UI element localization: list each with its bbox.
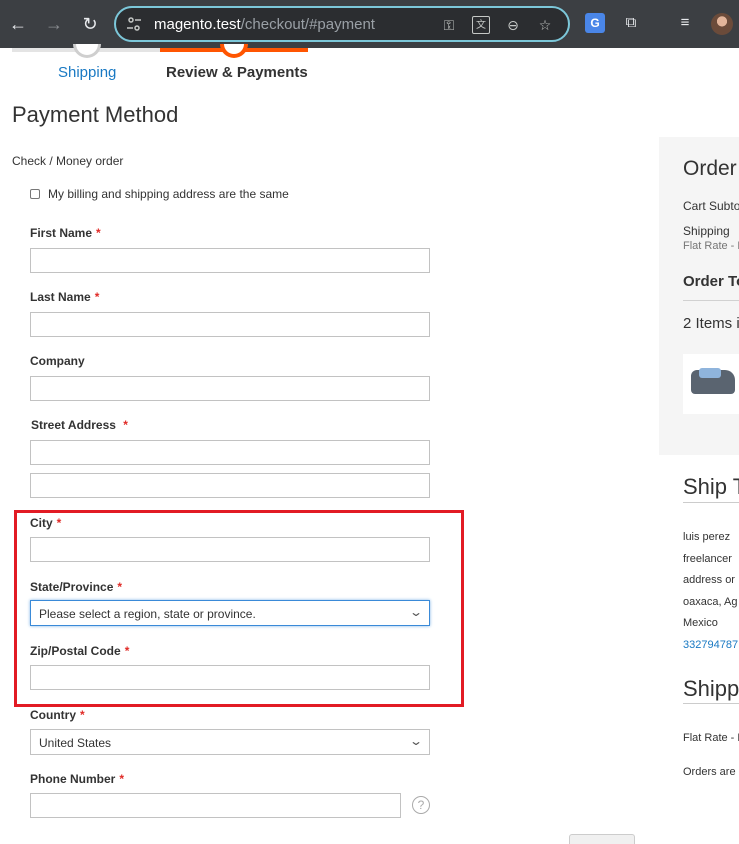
key-icon[interactable]: ⚿: [440, 16, 458, 34]
cart-subtotal-label: Cart Subto: [683, 199, 739, 213]
help-icon[interactable]: ?: [412, 796, 430, 814]
ship-to-line: freelancer: [683, 553, 732, 565]
first-name-field[interactable]: [30, 248, 430, 273]
phone-label: Phone Number *: [30, 772, 125, 786]
address-bar[interactable]: magento.test/checkout/#payment ⚿ 文 ⊖ ☆: [114, 6, 570, 42]
country-value: United States: [39, 736, 112, 750]
same-address-label: My billing and shipping address are the …: [48, 187, 289, 201]
country-select[interactable]: United States ⌄: [30, 729, 430, 755]
last-name-label: Last Name *: [30, 290, 100, 304]
checkbox-box[interactable]: [30, 189, 40, 199]
ship-to-line: Mexico: [683, 617, 718, 629]
reload-icon[interactable]: ↻: [78, 12, 102, 36]
google-translate-icon[interactable]: G: [585, 13, 605, 33]
order-total-label: Order To: [683, 273, 739, 290]
back-arrow-icon[interactable]: ←: [6, 12, 30, 36]
company-field[interactable]: [30, 376, 430, 401]
shipping-note: Orders are: [683, 766, 736, 778]
summary-title: Order: [683, 157, 737, 180]
shipping-label: Shipping: [683, 224, 730, 238]
step-shipping-link[interactable]: Shipping: [58, 64, 116, 81]
translate-icon[interactable]: 文: [472, 16, 490, 34]
same-address-checkbox[interactable]: My billing and shipping address are the …: [30, 187, 289, 201]
company-label: Company: [30, 354, 85, 368]
ship-to-line: luis perez: [683, 531, 731, 543]
place-order-button[interactable]: [569, 834, 635, 844]
zoom-out-icon[interactable]: ⊖: [504, 16, 522, 34]
chevron-down-icon: ⌄: [408, 734, 424, 748]
ship-to-line: oaxaca, Ag: [683, 596, 738, 608]
first-name-label: First Name *: [30, 226, 101, 240]
street-line-2-field[interactable]: [30, 473, 430, 498]
shipping-method-sub: Flat Rate - F: [683, 240, 739, 252]
step-indicator-shipping: [73, 44, 101, 58]
country-label: Country *: [30, 708, 85, 722]
shipping-method-title: Shippi: [683, 676, 739, 701]
ship-to-divider: [683, 502, 739, 503]
bag-flap: [699, 368, 721, 378]
street-address-label: Street Address *: [31, 418, 128, 432]
url-text[interactable]: magento.test/checkout/#payment: [154, 16, 375, 33]
star-icon[interactable]: ☆: [536, 16, 554, 34]
product-thumbnail: [683, 354, 739, 414]
media-queue-icon[interactable]: ≡: [675, 13, 695, 33]
ship-to-title: Ship T: [683, 474, 739, 499]
ship-to-phone-link[interactable]: 332794787: [683, 639, 738, 651]
ship-to-line: address or: [683, 574, 735, 586]
street-line-1-field[interactable]: [30, 440, 430, 465]
phone-field[interactable]: [30, 793, 401, 818]
summary-divider: [683, 300, 739, 301]
page-title: Payment Method: [12, 102, 179, 127]
puzzle-icon[interactable]: ⧉: [621, 13, 641, 33]
step-review-label: Review & Payments: [166, 64, 308, 81]
tune-icon[interactable]: [126, 16, 142, 32]
forward-arrow-icon[interactable]: →: [42, 12, 66, 36]
shipping-method-value: Flat Rate - F: [683, 732, 739, 744]
items-in-cart-toggle[interactable]: 2 Items i: [683, 315, 739, 332]
step-indicator-review: [220, 44, 248, 58]
order-summary: Order Cart Subto Shipping Flat Rate - F …: [659, 137, 739, 455]
last-name-field[interactable]: [30, 312, 430, 337]
payment-method-label: Check / Money order: [12, 154, 124, 168]
browser-toolbar: ← → ↻ magento.test/checkout/#payment ⚿ 文…: [0, 0, 739, 48]
shipping-method-divider: [683, 703, 739, 704]
avatar[interactable]: [711, 13, 733, 35]
highlight-box: [14, 510, 464, 707]
